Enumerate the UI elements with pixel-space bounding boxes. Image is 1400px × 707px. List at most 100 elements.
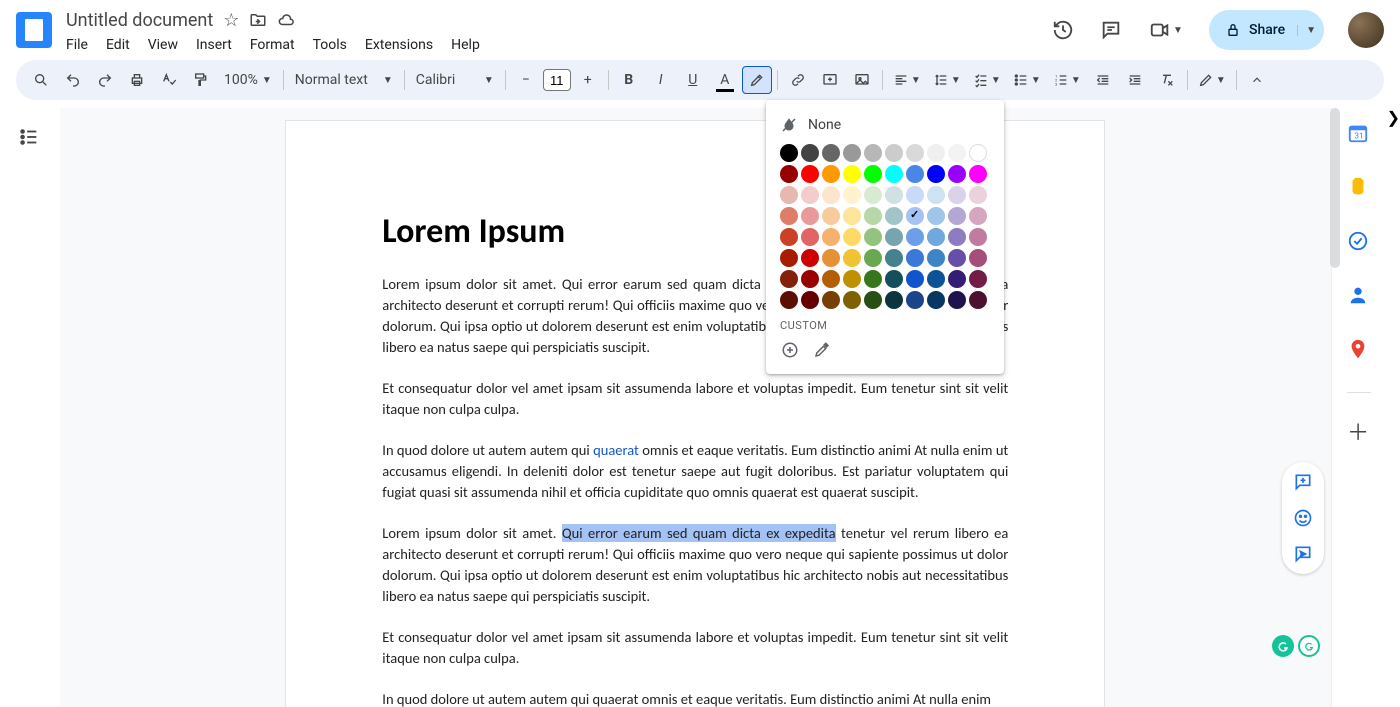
document-title[interactable]: Untitled document <box>66 10 213 31</box>
color-swatch[interactable] <box>864 186 882 204</box>
color-none[interactable]: None <box>780 110 990 144</box>
outline-toggle-icon[interactable] <box>18 126 42 150</box>
editing-mode-button[interactable]: ▼ <box>1193 66 1231 94</box>
indent-increase-button[interactable] <box>1120 66 1150 94</box>
grammarly-icon[interactable] <box>1272 635 1294 657</box>
color-swatch[interactable] <box>801 165 819 183</box>
color-swatch[interactable] <box>885 165 903 183</box>
color-swatch[interactable] <box>780 186 798 204</box>
color-swatch[interactable] <box>948 270 966 288</box>
color-swatch[interactable] <box>927 249 945 267</box>
italic-button[interactable]: I <box>646 66 676 94</box>
color-swatch[interactable] <box>864 207 882 225</box>
color-swatch[interactable] <box>927 270 945 288</box>
color-swatch[interactable] <box>948 186 966 204</box>
align-button[interactable]: ▼ <box>888 66 926 94</box>
zoom-select[interactable]: 100%▼ <box>218 66 278 94</box>
color-swatch[interactable] <box>906 249 924 267</box>
checklist-button[interactable]: ▼ <box>968 66 1006 94</box>
sidebar-collapse-icon[interactable]: ❯ <box>1387 108 1400 707</box>
color-swatch[interactable] <box>885 144 903 162</box>
color-swatch[interactable] <box>801 207 819 225</box>
account-avatar[interactable] <box>1348 12 1384 48</box>
color-swatch[interactable] <box>822 144 840 162</box>
color-swatch[interactable] <box>801 249 819 267</box>
color-swatch[interactable] <box>948 291 966 309</box>
color-swatch[interactable] <box>822 228 840 246</box>
color-swatch[interactable] <box>885 228 903 246</box>
color-swatch[interactable] <box>927 144 945 162</box>
color-swatch[interactable] <box>822 291 840 309</box>
font-family-select[interactable]: Calibri▼ <box>410 66 500 94</box>
print-icon[interactable] <box>122 66 152 94</box>
color-swatch[interactable] <box>885 207 903 225</box>
color-swatch[interactable] <box>927 228 945 246</box>
color-swatch[interactable] <box>780 249 798 267</box>
add-reaction-floating-icon[interactable] <box>1291 506 1315 530</box>
history-icon[interactable] <box>1051 18 1075 42</box>
color-swatch[interactable] <box>843 291 861 309</box>
highlight-color-button[interactable] <box>742 66 772 94</box>
menu-insert[interactable]: Insert <box>196 37 232 53</box>
sidebar-addons-icon[interactable]: ＋ <box>1347 423 1371 447</box>
insert-image-icon[interactable] <box>847 66 877 94</box>
link-quaerat[interactable]: quaerat <box>593 441 639 459</box>
paragraph-style-select[interactable]: Normal text▼ <box>289 66 399 94</box>
color-swatch[interactable] <box>843 207 861 225</box>
menu-view[interactable]: View <box>148 37 178 53</box>
color-swatch[interactable] <box>969 291 987 309</box>
sidebar-calendar-icon[interactable]: 31 <box>1347 122 1371 146</box>
sidebar-tasks-icon[interactable] <box>1347 230 1371 254</box>
color-swatch[interactable] <box>969 249 987 267</box>
redo-icon[interactable] <box>90 66 120 94</box>
color-swatch[interactable] <box>927 291 945 309</box>
comments-icon[interactable] <box>1099 18 1123 42</box>
color-swatch[interactable] <box>864 228 882 246</box>
font-size-input[interactable] <box>543 69 571 91</box>
color-swatch[interactable] <box>780 228 798 246</box>
color-swatch[interactable] <box>843 165 861 183</box>
add-comment-floating-icon[interactable] <box>1291 470 1315 494</box>
color-swatch[interactable] <box>864 270 882 288</box>
color-swatch[interactable] <box>969 207 987 225</box>
eyedropper-icon[interactable] <box>812 340 832 360</box>
color-swatch[interactable] <box>969 186 987 204</box>
color-swatch[interactable] <box>843 249 861 267</box>
menu-edit[interactable]: Edit <box>106 37 130 53</box>
scrollbar[interactable] <box>1330 108 1342 288</box>
color-swatch[interactable] <box>822 270 840 288</box>
color-swatch[interactable] <box>780 165 798 183</box>
color-swatch[interactable] <box>843 144 861 162</box>
meet-icon[interactable]: ▼ <box>1147 18 1185 42</box>
color-swatch[interactable] <box>864 249 882 267</box>
color-swatch[interactable] <box>906 228 924 246</box>
spellcheck-icon[interactable] <box>154 66 184 94</box>
custom-color-add-icon[interactable] <box>780 340 800 360</box>
insert-link-icon[interactable] <box>783 66 813 94</box>
indent-decrease-button[interactable] <box>1088 66 1118 94</box>
color-swatch[interactable] <box>780 207 798 225</box>
color-swatch[interactable] <box>885 291 903 309</box>
font-size-decrease[interactable]: − <box>511 66 541 94</box>
star-icon[interactable]: ☆ <box>223 10 239 31</box>
menu-file[interactable]: File <box>66 37 88 53</box>
color-swatch[interactable] <box>780 144 798 162</box>
paint-format-icon[interactable] <box>186 66 216 94</box>
add-comment-icon[interactable] <box>815 66 845 94</box>
color-swatch[interactable] <box>969 228 987 246</box>
share-dropdown-icon[interactable]: ▼ <box>1297 25 1316 36</box>
color-swatch[interactable] <box>822 165 840 183</box>
search-menus-icon[interactable] <box>26 66 56 94</box>
color-swatch[interactable] <box>864 165 882 183</box>
color-swatch[interactable] <box>948 228 966 246</box>
color-swatch[interactable] <box>885 186 903 204</box>
toolbar-collapse-icon[interactable] <box>1242 66 1272 94</box>
text-color-button[interactable]: A <box>710 66 740 94</box>
color-swatch[interactable] <box>780 270 798 288</box>
color-swatch[interactable] <box>885 249 903 267</box>
color-swatch[interactable] <box>906 186 924 204</box>
numbered-list-button[interactable]: 123▼ <box>1048 66 1086 94</box>
color-swatch[interactable] <box>927 165 945 183</box>
color-swatch[interactable] <box>864 144 882 162</box>
color-swatch[interactable] <box>843 186 861 204</box>
